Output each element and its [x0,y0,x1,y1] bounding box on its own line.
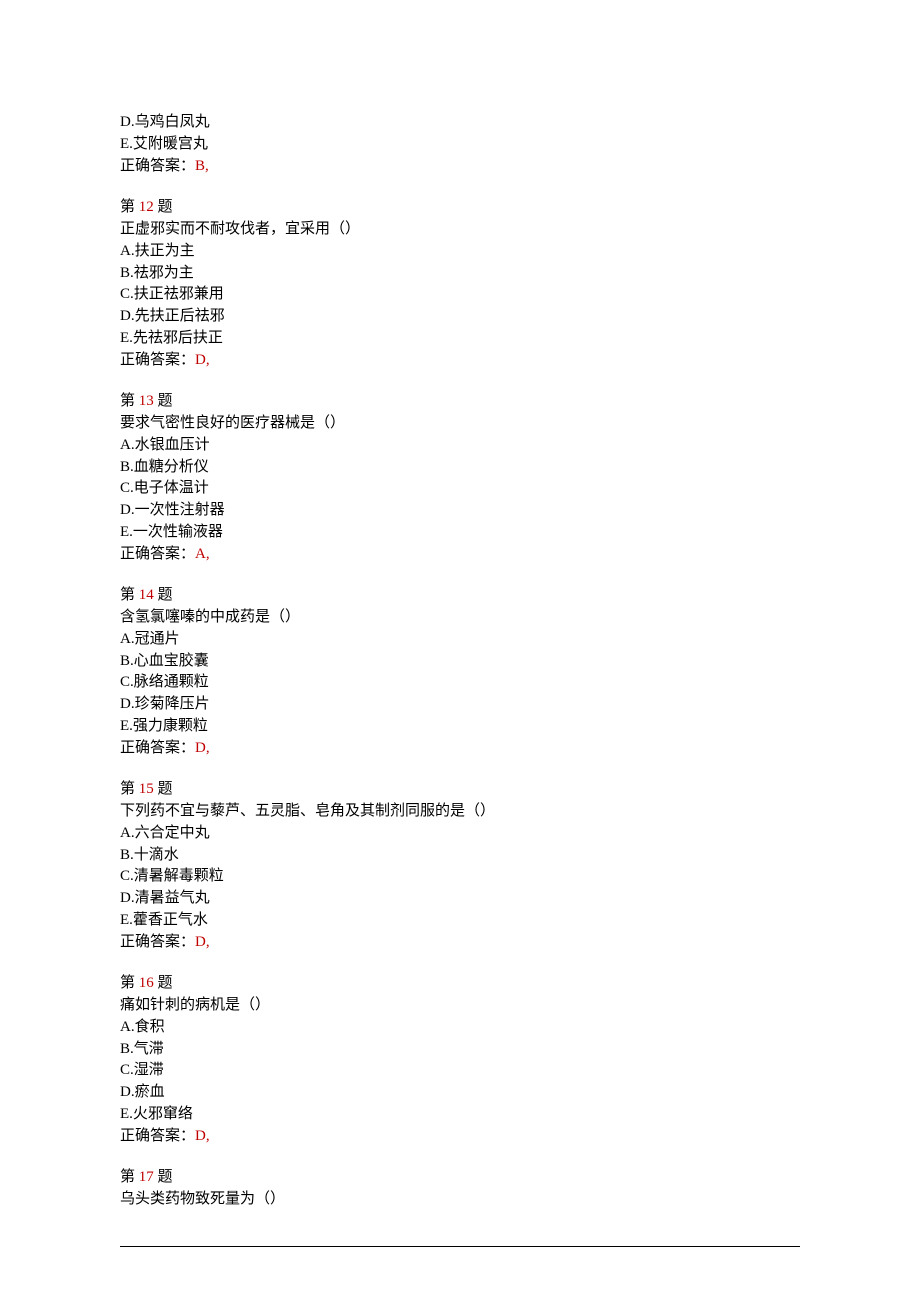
q-prefix: 第 [120,975,139,991]
option-line: C.脉络通颗粒 [120,672,800,694]
question-block: 第 14 题含氢氯噻嗪的中成药是（）A.冠通片B.心血宝胶囊C.脉络通颗粒D.珍… [120,585,800,759]
answer-label: 正确答案： [120,740,195,756]
question-header: 第 12 题 [120,197,800,219]
answer-line: 正确答案：B, [120,156,800,178]
q-prefix: 第 [120,393,139,409]
answer-line: 正确答案：D, [120,1126,800,1148]
answer-line: 正确答案：D, [120,932,800,954]
answer-label: 正确答案： [120,1128,195,1144]
question-stem: 痛如针刺的病机是（） [120,995,800,1017]
answer-value: B, [195,158,209,174]
option-line: C.电子体温计 [120,478,800,500]
q-prefix: 第 [120,587,139,603]
question-stem: 含氢氯噻嗪的中成药是（） [120,607,800,629]
question-block: 第 15 题下列药不宜与藜芦、五灵脂、皂角及其制剂同服的是（）A.六合定中丸B.… [120,779,800,953]
option-line: E.先祛邪后扶正 [120,328,800,350]
option-line: C.扶正祛邪兼用 [120,284,800,306]
option-line: C.清暑解毒颗粒 [120,866,800,888]
option-line: E.藿香正气水 [120,910,800,932]
option-line: D.先扶正后祛邪 [120,306,800,328]
option-line: B.祛邪为主 [120,263,800,285]
answer-value: D, [195,740,210,756]
option-line: A.食积 [120,1017,800,1039]
option-line: A.水银血压计 [120,435,800,457]
answer-line: 正确答案：A, [120,544,800,566]
answer-label: 正确答案： [120,352,195,368]
option-line: B.气滞 [120,1039,800,1061]
question-header: 第 15 题 [120,779,800,801]
answer-label: 正确答案： [120,934,195,950]
q-prefix: 第 [120,1169,139,1185]
option-d: D.乌鸡白凤丸 [120,112,800,134]
answer-line: 正确答案：D, [120,738,800,760]
question-number: 17 [139,1169,154,1185]
option-line: B.血糖分析仪 [120,457,800,479]
answer-value: A, [195,546,210,562]
option-line: D.珍菊降压片 [120,694,800,716]
option-line: C.湿滞 [120,1060,800,1082]
question-stem: 正虚邪实而不耐攻伐者，宜采用（） [120,219,800,241]
question-block: 第 12 题正虚邪实而不耐攻伐者，宜采用（）A.扶正为主B.祛邪为主C.扶正祛邪… [120,197,800,371]
option-line: B.十滴水 [120,845,800,867]
option-line: D.一次性注射器 [120,500,800,522]
q-suffix: 题 [154,393,173,409]
q-prefix: 第 [120,781,139,797]
question-number: 13 [139,393,154,409]
answer-line: 正确答案：D, [120,350,800,372]
option-line: A.扶正为主 [120,241,800,263]
question-block: 第 16 题痛如针刺的病机是（）A.食积B.气滞C.湿滞D.瘀血E.火邪窜络正确… [120,973,800,1147]
answer-value: D, [195,352,210,368]
answer-label: 正确答案： [120,546,195,562]
q-suffix: 题 [154,199,173,215]
question-header: 第 17 题 [120,1167,800,1189]
question-number: 14 [139,587,154,603]
option-line: E.一次性输液器 [120,522,800,544]
document-page: D.乌鸡白凤丸 E.艾附暖宫丸 正确答案：B, 第 12 题正虚邪实而不耐攻伐者… [0,0,920,1302]
q-suffix: 题 [154,975,173,991]
question-stem: 要求气密性良好的医疗器械是（） [120,413,800,435]
q-suffix: 题 [154,1169,173,1185]
answer-value: D, [195,1128,210,1144]
option-line: E.火邪窜络 [120,1104,800,1126]
question-number: 15 [139,781,154,797]
question-stem: 下列药不宜与藜芦、五灵脂、皂角及其制剂同服的是（） [120,801,800,823]
option-line: D.瘀血 [120,1082,800,1104]
option-line: A.冠通片 [120,629,800,651]
answer-value: D, [195,934,210,950]
option-e: E.艾附暖宫丸 [120,134,800,156]
prelude-block: D.乌鸡白凤丸 E.艾附暖宫丸 正确答案：B, [120,112,800,177]
option-line: D.清暑益气丸 [120,888,800,910]
question-tail: 第 17 题 乌头类药物致死量为（） [120,1167,800,1211]
question-stem: 乌头类药物致死量为（） [120,1189,800,1211]
question-number: 16 [139,975,154,991]
option-line: A.六合定中丸 [120,823,800,845]
question-header: 第 13 题 [120,391,800,413]
q-suffix: 题 [154,587,173,603]
question-header: 第 14 题 [120,585,800,607]
question-header: 第 16 题 [120,973,800,995]
option-line: E.强力康颗粒 [120,716,800,738]
answer-label: 正确答案： [120,158,195,174]
q-suffix: 题 [154,781,173,797]
question-number: 12 [139,199,154,215]
footer-rule [120,1246,800,1247]
q-prefix: 第 [120,199,139,215]
question-block: 第 13 题要求气密性良好的医疗器械是（）A.水银血压计B.血糖分析仪C.电子体… [120,391,800,565]
option-line: B.心血宝胶囊 [120,651,800,673]
